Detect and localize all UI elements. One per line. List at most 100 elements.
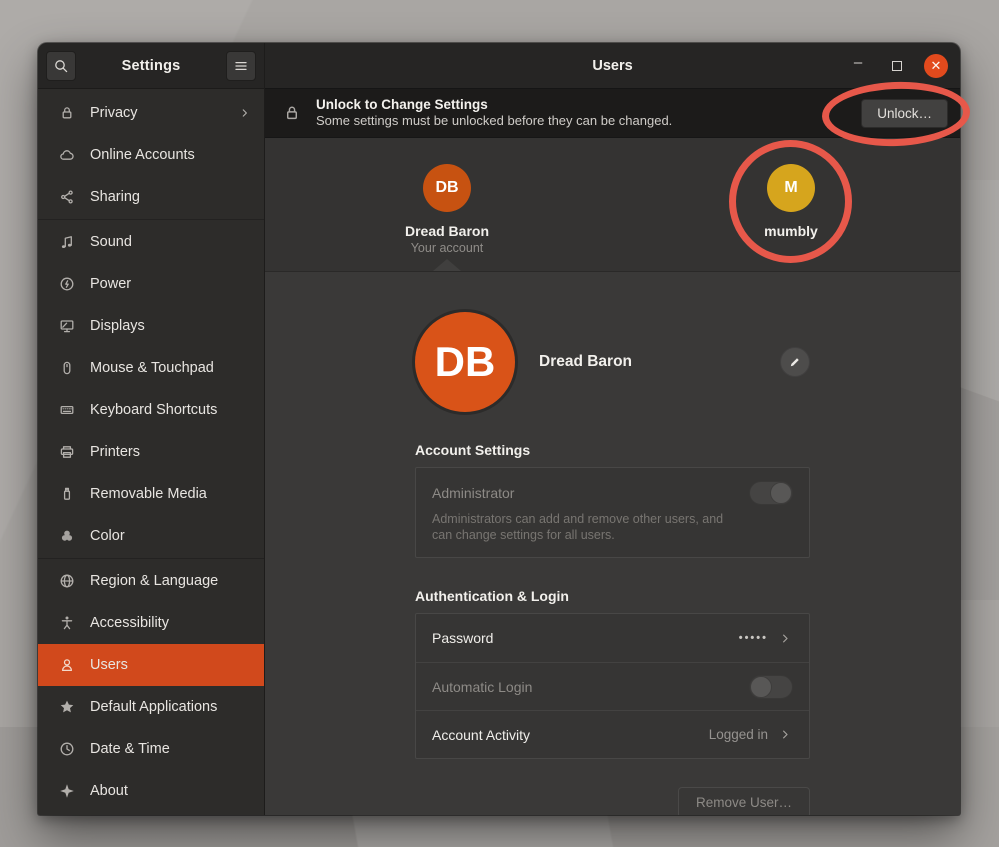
automatic-login-row: Automatic Login [416,662,809,710]
chevron-right-icon [778,631,793,646]
row-label: Automatic Login [432,679,532,695]
music-note-icon [59,234,75,250]
sidebar-item-sound[interactable]: Sound [38,221,264,263]
lock-icon [283,104,301,122]
sidebar-item-date-time[interactable]: Date & Time [38,728,264,770]
user-carousel: DBDread BaronYour account Mmumbly [265,138,960,272]
maximize-button[interactable] [885,54,909,78]
profile-name: Dread Baron [539,353,632,371]
password-row[interactable]: Password ••••• [416,614,809,662]
usb-drive-icon [59,486,75,502]
keyboard-icon [59,402,75,418]
avatar: DB [423,164,471,212]
sidebar-item-label: Accessibility [90,615,169,631]
globe-icon [59,573,75,589]
lock-icon [59,105,75,121]
hamburger-icon [233,58,249,74]
mouse-icon [59,360,75,376]
sidebar-item-sharing[interactable]: Sharing [38,176,264,218]
window-controls: – ✕ [846,54,960,78]
avatar-initials: DB [435,179,458,197]
sidebar-item-keyboard-shortcuts[interactable]: Keyboard Shortcuts [38,389,264,431]
sidebar-item-label: Keyboard Shortcuts [90,402,217,418]
minimize-button[interactable]: – [846,54,870,78]
sidebar-item-users[interactable]: Users [38,644,264,686]
sidebar-separator [38,558,264,559]
sidebar-item-label: Printers [90,444,140,460]
auth-login-box: Password ••••• Automatic Login Account Acti… [415,613,810,759]
sidebar-item-color[interactable]: Color [38,515,264,557]
avatar-initials: M [784,179,797,197]
row-value: Logged in [709,727,768,742]
sidebar-item-label: Removable Media [90,486,207,502]
clock-icon [59,741,75,757]
administrator-description: Administrators can add and remove other … [432,511,742,543]
user-item-dread-baron[interactable]: DBDread BaronYour account [367,164,527,255]
search-icon [53,58,69,74]
user-item-mumbly[interactable]: Mmumbly [711,164,871,239]
sidebar-item-label: Sharing [90,189,140,205]
unlock-banner: Unlock to Change Settings Some settings … [265,89,960,138]
unlock-banner-text: Unlock to Change Settings Some settings … [316,97,672,129]
sidebar-item-label: Displays [90,318,145,334]
unlock-banner-title: Unlock to Change Settings [316,97,672,113]
maximize-icon [892,61,902,71]
sidebar-item-privacy[interactable]: Privacy [38,92,264,134]
sidebar-item-accessibility[interactable]: Accessibility [38,602,264,644]
sidebar-item-label: Privacy [90,105,138,121]
sidebar-header: Settings [38,43,264,89]
toggle-knob [750,676,772,698]
administrator-toggle[interactable] [749,481,793,505]
account-settings-heading: Account Settings [415,442,810,458]
account-activity-row[interactable]: Account ActivityLogged in [416,710,809,758]
toggle-knob [770,482,792,504]
row-label: Password [432,630,493,646]
automatic-login-toggle[interactable] [749,675,793,699]
sidebar-item-about[interactable]: About [38,770,264,812]
administrator-label: Administrator [432,485,514,501]
sidebar-item-removable-media[interactable]: Removable Media [38,473,264,515]
app-title: Settings [122,58,181,74]
sidebar-separator [38,219,264,220]
user-subtitle: Your account [367,241,527,255]
unlock-button[interactable]: Unlock… [861,99,948,128]
sidebar-item-default-applications[interactable]: Default Applications [38,686,264,728]
sidebar-item-label: Color [90,528,125,544]
edit-name-button[interactable] [780,347,810,377]
users-icon [59,657,75,673]
settings-window: Settings Privacy Online Accounts Sharing So… [38,43,960,815]
sidebar-item-mouse-touchpad[interactable]: Mouse & Touchpad [38,347,264,389]
row-value: ••••• [739,632,768,644]
chevron-right-icon [778,727,793,742]
pencil-icon [788,355,802,369]
sidebar-item-label: Mouse & Touchpad [90,360,214,376]
close-button[interactable]: ✕ [924,54,948,78]
sidebar-item-displays[interactable]: Displays [38,305,264,347]
sidebar-item-region-language[interactable]: Region & Language [38,560,264,602]
sidebar-item-label: Sound [90,234,132,250]
titlebar[interactable]: Users – ✕ [265,43,960,89]
sidebar-item-label: About [90,783,128,799]
sidebar-item-label: Users [90,657,128,673]
selected-user-caret [433,259,461,271]
menu-button[interactable] [226,51,256,81]
remove-user-button[interactable]: Remove User… [678,787,810,815]
sparkle-icon [59,783,75,799]
profile-avatar: DB [415,312,515,412]
power-icon [59,276,75,292]
sidebar-item-online-accounts[interactable]: Online Accounts [38,134,264,176]
sidebar-item-printers[interactable]: Printers [38,431,264,473]
sidebar-item-label: Default Applications [90,699,217,715]
accessibility-person-icon [59,615,75,631]
search-button[interactable] [46,51,76,81]
sidebar-item-label: Online Accounts [90,147,195,163]
avatar: M [767,164,815,212]
account-settings-box: Administrator Administrators can add and… [415,467,810,558]
share-icon [59,189,75,205]
sidebar: Settings Privacy Online Accounts Sharing So… [38,43,265,815]
auth-login-heading: Authentication & Login [415,588,810,604]
sidebar-item-label: Date & Time [90,741,170,757]
user-name: mumbly [711,223,871,239]
sidebar-item-power[interactable]: Power [38,263,264,305]
chevron-right-icon [238,106,252,120]
